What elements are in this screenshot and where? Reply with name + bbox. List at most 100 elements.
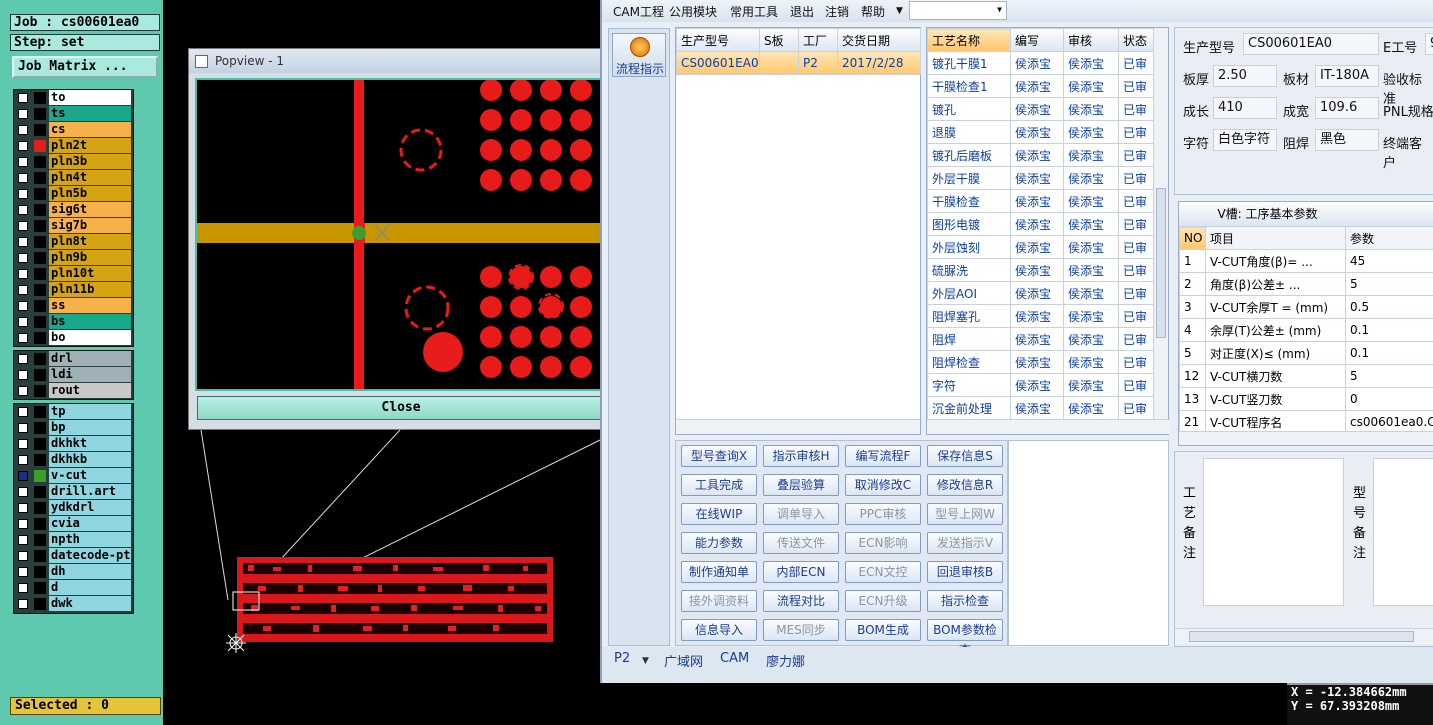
layer-name[interactable]: pln10t bbox=[49, 266, 131, 281]
layer-checkbox[interactable] bbox=[18, 583, 28, 593]
layer-row[interactable]: ts bbox=[14, 106, 133, 122]
tab-user[interactable]: 廖力娜 bbox=[766, 651, 805, 670]
layer-name[interactable]: pln4t bbox=[49, 170, 131, 185]
process-header[interactable]: 工艺名称 bbox=[927, 28, 1011, 52]
layer-checkbox[interactable] bbox=[18, 205, 28, 215]
action-button[interactable]: 保存信息S bbox=[927, 445, 1003, 467]
menu-tools[interactable]: 常用工具 bbox=[730, 3, 778, 20]
layer-checkbox[interactable] bbox=[18, 471, 28, 481]
layer-name[interactable]: ldi bbox=[49, 367, 131, 382]
layer-checkbox[interactable] bbox=[18, 567, 28, 577]
vcut-row[interactable]: 3 V-CUT余厚T = (mm) 0.5 bbox=[1179, 295, 1433, 319]
vcut-row[interactable]: 2 角度(β)公差± ... 5 bbox=[1179, 272, 1433, 296]
layer-name[interactable]: datecode-pte bbox=[49, 548, 131, 563]
popview-close-button[interactable]: Close bbox=[197, 396, 605, 420]
vcut-hscroll[interactable] bbox=[1179, 431, 1433, 445]
layer-name[interactable]: dkhkt bbox=[49, 436, 131, 451]
action-button[interactable]: 型号查询X bbox=[681, 445, 757, 467]
layer-row[interactable]: pln3b bbox=[14, 154, 133, 170]
action-button[interactable]: 型号上网W bbox=[927, 503, 1003, 525]
vcut-header[interactable]: 项目 bbox=[1205, 226, 1346, 250]
layer-checkbox[interactable] bbox=[18, 455, 28, 465]
vcut-row[interactable]: 4 余厚(T)公差± (mm) 0.1 bbox=[1179, 318, 1433, 342]
layer-name[interactable]: bp bbox=[49, 420, 131, 435]
process-header[interactable]: 状态 bbox=[1118, 28, 1155, 52]
layer-row[interactable]: bp bbox=[14, 420, 133, 436]
layer-checkbox[interactable] bbox=[18, 386, 28, 396]
layer-row[interactable]: dkhkt bbox=[14, 436, 133, 452]
layer-checkbox[interactable] bbox=[18, 269, 28, 279]
legend-field[interactable]: 白色字符 bbox=[1213, 129, 1277, 151]
process-row[interactable]: 干膜检查 侯添宝 侯添宝 已审 bbox=[927, 189, 1155, 213]
action-button[interactable]: 内部ECN bbox=[763, 561, 839, 583]
tab-wan[interactable]: 广域网 bbox=[664, 651, 703, 670]
process-row[interactable]: 外层蚀刻 侯添宝 侯添宝 已审 bbox=[927, 235, 1155, 259]
layer-row[interactable]: to bbox=[14, 90, 133, 106]
layer-row[interactable]: rout bbox=[14, 383, 133, 399]
layer-name[interactable]: cvia bbox=[49, 516, 131, 531]
menu-cam[interactable]: CAM工程 bbox=[613, 3, 664, 20]
top-combo[interactable]: ▼ bbox=[909, 1, 1007, 20]
process-row[interactable]: 外层AOI 侯添宝 侯添宝 已审 bbox=[927, 281, 1155, 305]
layer-checkbox[interactable] bbox=[18, 93, 28, 103]
menu-common-module[interactable]: 公用模块 bbox=[669, 3, 717, 20]
menu-help[interactable]: 帮助 bbox=[861, 3, 885, 20]
layer-row[interactable]: ldi bbox=[14, 367, 133, 383]
length-field[interactable]: 410 bbox=[1213, 97, 1277, 119]
action-button[interactable]: 取消修改C bbox=[845, 474, 921, 496]
process-note-textarea[interactable] bbox=[1203, 458, 1344, 606]
layer-checkbox[interactable] bbox=[18, 173, 28, 183]
width-field[interactable]: 109.6 bbox=[1315, 97, 1379, 119]
layer-row[interactable]: pln2t bbox=[14, 138, 133, 154]
layer-row[interactable]: pln4t bbox=[14, 170, 133, 186]
orders-header[interactable]: 生产型号 bbox=[676, 28, 760, 52]
layer-name[interactable]: pln5b bbox=[49, 186, 131, 201]
layer-checkbox[interactable] bbox=[18, 141, 28, 151]
vcut-header[interactable]: 参数 bbox=[1345, 226, 1433, 250]
layer-name[interactable]: ydkdrl bbox=[49, 500, 131, 515]
action-button[interactable]: 制作通知单 bbox=[681, 561, 757, 583]
orders-header[interactable]: 交货日期 bbox=[837, 28, 921, 52]
layer-checkbox[interactable] bbox=[18, 354, 28, 364]
layer-name[interactable]: d bbox=[49, 580, 131, 595]
process-row[interactable]: 沉金前处理 侯添宝 侯添宝 已审 bbox=[927, 396, 1155, 420]
model-field[interactable]: CS00601EA0 bbox=[1243, 33, 1379, 55]
vcut-row[interactable]: 12 V-CUT横刀数 5 bbox=[1179, 364, 1433, 388]
layer-checkbox[interactable] bbox=[18, 487, 28, 497]
layer-checkbox[interactable] bbox=[18, 301, 28, 311]
process-row[interactable]: 退膜 侯添宝 侯添宝 已审 bbox=[927, 120, 1155, 144]
process-row[interactable]: 阻焊检查 侯添宝 侯添宝 已审 bbox=[927, 350, 1155, 374]
layer-name[interactable]: npth bbox=[49, 532, 131, 547]
action-button[interactable]: MES同步 bbox=[763, 619, 839, 641]
action-button[interactable]: 传送文件 bbox=[763, 532, 839, 554]
notes-hscroll[interactable] bbox=[1175, 628, 1433, 644]
vcut-row[interactable]: 13 V-CUT竖刀数 0 bbox=[1179, 387, 1433, 411]
layer-name[interactable]: dkhkb bbox=[49, 452, 131, 467]
layer-checkbox[interactable] bbox=[18, 370, 28, 380]
action-button[interactable]: 调单导入 bbox=[763, 503, 839, 525]
menu-exit[interactable]: 退出 bbox=[790, 3, 814, 20]
action-button[interactable]: 能力参数 bbox=[681, 532, 757, 554]
process-vscroll-thumb[interactable] bbox=[1156, 188, 1166, 338]
layer-row[interactable]: ydkdrl bbox=[14, 500, 133, 516]
tab-p2[interactable]: P2 bbox=[614, 651, 630, 666]
layer-checkbox[interactable] bbox=[18, 519, 28, 529]
layer-name[interactable]: sig7b bbox=[49, 218, 131, 233]
tab-dropdown-icon[interactable]: ▼ bbox=[642, 656, 649, 666]
orders-header[interactable]: S板 bbox=[759, 28, 799, 52]
process-row[interactable]: 外层干膜 侯添宝 侯添宝 已审 bbox=[927, 166, 1155, 190]
action-button[interactable]: 叠层验算 bbox=[763, 474, 839, 496]
layer-row[interactable]: npth bbox=[14, 532, 133, 548]
layer-row[interactable]: datecode-pte bbox=[14, 548, 133, 564]
orders-header[interactable]: 工厂 bbox=[798, 28, 838, 52]
layer-row[interactable]: pln5b bbox=[14, 186, 133, 202]
popview-canvas[interactable] bbox=[195, 78, 609, 391]
process-row[interactable]: 硫脲洗 侯添宝 侯添宝 已审 bbox=[927, 258, 1155, 282]
layer-name[interactable]: to bbox=[49, 90, 131, 105]
action-button[interactable]: PPC审核 bbox=[845, 503, 921, 525]
layer-name[interactable]: rout bbox=[49, 383, 131, 398]
notes-hscroll-thumb[interactable] bbox=[1189, 631, 1414, 642]
action-button[interactable]: 指示检查 bbox=[927, 590, 1003, 612]
layer-name[interactable]: tp bbox=[49, 404, 131, 419]
layer-checkbox[interactable] bbox=[18, 285, 28, 295]
